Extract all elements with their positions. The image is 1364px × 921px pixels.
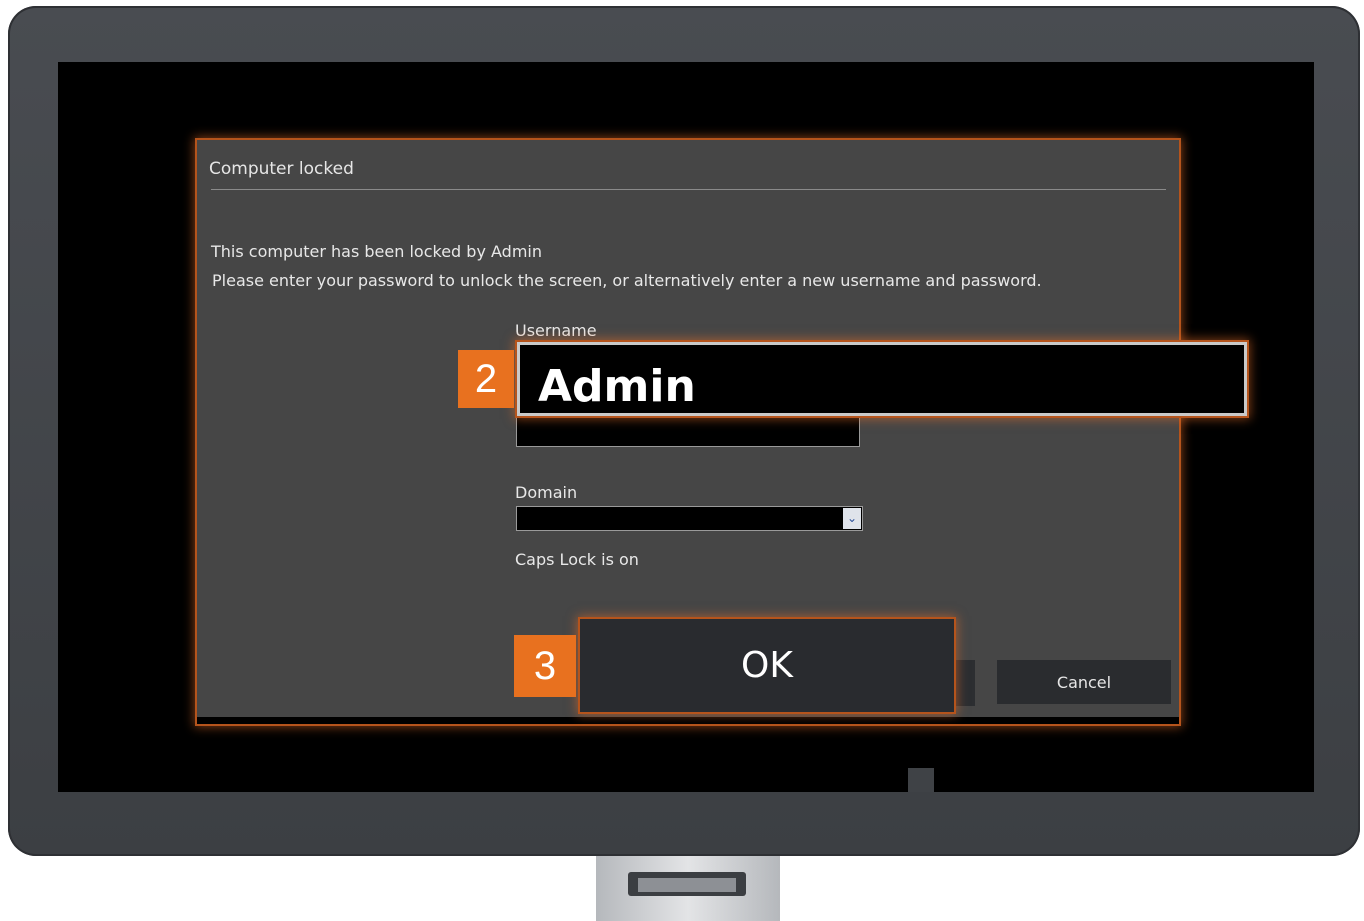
monitor-notch <box>908 768 934 792</box>
dialog-title: Computer locked <box>209 159 354 179</box>
title-divider <box>211 189 1166 190</box>
chevron-down-icon[interactable]: ⌄ <box>843 508 861 529</box>
dialog-bottom-edge <box>197 717 1179 724</box>
domain-label: Domain <box>515 483 578 502</box>
ok-button[interactable]: OK <box>580 619 954 712</box>
lock-message-line1: This computer has been locked by Admin <box>211 242 542 261</box>
stand-cable-slot-inner <box>638 878 736 892</box>
domain-select[interactable]: ⌄ <box>516 506 863 531</box>
cancel-button[interactable]: Cancel <box>997 660 1171 704</box>
step-badge-username: 2 <box>458 350 514 408</box>
password-field[interactable] <box>516 416 860 447</box>
step-badge-ok: 3 <box>514 635 576 697</box>
caps-lock-warning: Caps Lock is on <box>515 550 639 569</box>
username-field[interactable]: Admin <box>517 342 1247 416</box>
lock-message-line2: Please enter your password to unlock the… <box>212 271 1042 290</box>
username-label: Username <box>515 321 597 340</box>
